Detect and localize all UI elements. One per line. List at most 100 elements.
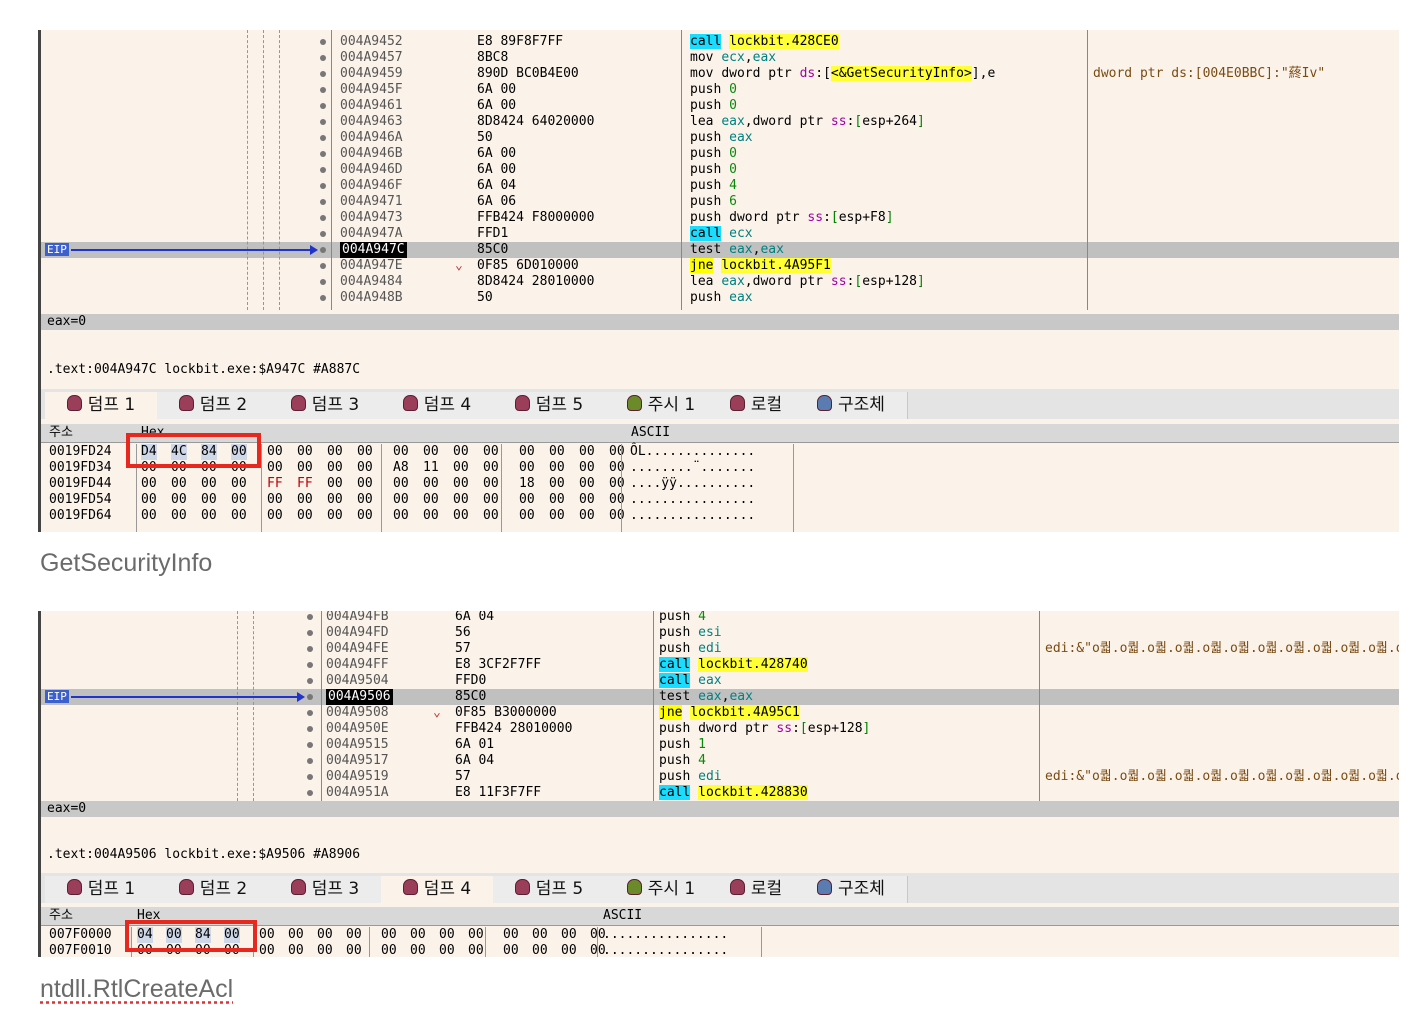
dump-byte[interactable]: FF [297, 476, 313, 492]
dump-byte[interactable]: 00 [423, 492, 439, 508]
disasm-row[interactable]: 004A946B 6A 00 push 0 [41, 146, 1399, 162]
disasm-row[interactable]: 004A945F 6A 00 push 0 [41, 82, 1399, 98]
disasm-row[interactable]: 004A9471 6A 06 push 6 [41, 194, 1399, 210]
dump-byte[interactable]: 00 [468, 927, 484, 943]
breakpoint-dot[interactable] [320, 247, 326, 253]
dump-byte[interactable]: 00 [171, 492, 187, 508]
dump-byte[interactable]: 00 [141, 476, 157, 492]
dump-byte[interactable]: 00 [483, 444, 499, 460]
disasm-row[interactable]: 004A9517 6A 04 push 4 [41, 753, 1399, 769]
breakpoint-dot[interactable] [307, 726, 313, 732]
dump-byte[interactable]: 00 [549, 476, 565, 492]
dump-byte[interactable]: 00 [171, 476, 187, 492]
dump-byte[interactable]: 00 [453, 444, 469, 460]
disasm-row[interactable]: 004A950E FFB424 28010000 push dword ptr ss… [41, 721, 1399, 737]
disasm-row[interactable]: 004A9461 6A 00 push 0 [41, 98, 1399, 114]
breakpoint-dot[interactable] [320, 135, 326, 141]
dump-byte[interactable]: 00 [267, 460, 283, 476]
dump-byte[interactable]: 00 [609, 460, 625, 476]
dump-byte[interactable]: 00 [483, 508, 499, 524]
dump-byte[interactable]: 00 [423, 444, 439, 460]
dump-byte[interactable]: 00 [267, 508, 283, 524]
dump-byte[interactable]: 00 [288, 927, 304, 943]
breakpoint-dot[interactable] [307, 630, 313, 636]
dump-byte[interactable]: 00 [317, 943, 333, 957]
breakpoint-dot[interactable] [307, 646, 313, 652]
dump-byte[interactable]: 00 [297, 460, 313, 476]
breakpoint-dot[interactable] [320, 151, 326, 157]
tab-8[interactable]: 구조체 [795, 876, 908, 903]
dump-byte[interactable]: 00 [141, 492, 157, 508]
dump-byte[interactable]: 00 [549, 508, 565, 524]
disasm-row[interactable]: 004A946D 6A 00 push 0 [41, 162, 1399, 178]
dump-byte[interactable]: 00 [357, 444, 373, 460]
disasm-row[interactable]: 004A9473 FFB424 F8000000 push dword ptr ss… [41, 210, 1399, 226]
dump-byte[interactable]: 00 [483, 492, 499, 508]
disasm-row[interactable]: 004A9457 8BC8 mov ecx,eax [41, 50, 1399, 66]
dump-byte[interactable]: 00 [609, 492, 625, 508]
dump-byte[interactable]: 00 [483, 460, 499, 476]
breakpoint-dot[interactable] [320, 55, 326, 61]
disassembly-view[interactable]: 004A9452 E8 89F8F7FF call lockbit.428CE0 00… [41, 30, 1399, 310]
dump-byte[interactable]: 00 [327, 476, 343, 492]
dump-byte[interactable]: 00 [609, 508, 625, 524]
tab-8[interactable]: 구조체 [795, 392, 908, 419]
dump-byte[interactable]: 00 [381, 943, 397, 957]
dump-byte[interactable]: 18 [519, 476, 535, 492]
dump-byte[interactable]: 00 [393, 476, 409, 492]
dump-byte[interactable]: 00 [519, 492, 535, 508]
dump-byte[interactable]: 11 [423, 460, 439, 476]
breakpoint-dot[interactable] [307, 678, 313, 684]
dump-byte[interactable]: 00 [327, 460, 343, 476]
disasm-row[interactable]: 004A94FD 56 push esi [41, 625, 1399, 641]
dump-byte[interactable]: 00 [503, 943, 519, 957]
breakpoint-dot[interactable] [320, 71, 326, 77]
dump-byte[interactable]: 00 [327, 492, 343, 508]
dump-byte[interactable]: 00 [297, 508, 313, 524]
breakpoint-dot[interactable] [320, 231, 326, 237]
breakpoint-dot[interactable] [307, 710, 313, 716]
dump-byte[interactable]: 00 [579, 508, 595, 524]
tab-5[interactable]: 덤프 5 [493, 392, 606, 419]
tab-7[interactable]: 로컬 [717, 876, 796, 903]
dump-byte[interactable]: 00 [393, 492, 409, 508]
dump-byte[interactable]: 00 [453, 492, 469, 508]
disasm-row[interactable]: 004A947E ⌄ 0F85 6D010000 jne lockbit.4A95F1 [41, 258, 1399, 274]
disasm-row[interactable]: 004A951A E8 11F3F7FF call lockbit.428830 [41, 785, 1399, 801]
dump-byte[interactable]: 00 [410, 927, 426, 943]
disasm-row[interactable]: 004A9484 8D8424 28010000 lea eax,dword ptr… [41, 274, 1399, 290]
dump-byte[interactable]: 00 [561, 927, 577, 943]
breakpoint-dot[interactable] [320, 39, 326, 45]
dump-byte[interactable]: 00 [579, 492, 595, 508]
dump-byte[interactable]: 00 [357, 460, 373, 476]
dump-byte[interactable]: 00 [346, 927, 362, 943]
dump-byte[interactable]: 00 [519, 460, 535, 476]
breakpoint-dot[interactable] [307, 774, 313, 780]
breakpoint-dot[interactable] [307, 758, 313, 764]
breakpoint-dot[interactable] [320, 295, 326, 301]
dump-byte[interactable]: 00 [201, 492, 217, 508]
dump-byte[interactable]: 00 [579, 476, 595, 492]
dump-byte[interactable]: 00 [579, 460, 595, 476]
dump-byte[interactable]: 00 [357, 508, 373, 524]
disasm-row[interactable]: 004A9459 890D BC0B4E00 mov dword ptr ds:[<… [41, 66, 1399, 82]
disasm-row[interactable]: 004A94FB 6A 04 push 4 [41, 611, 1399, 625]
dump-byte[interactable]: 00 [327, 508, 343, 524]
dump-byte[interactable]: 00 [267, 444, 283, 460]
tab-5[interactable]: 덤프 5 [493, 876, 606, 903]
breakpoint-dot[interactable] [307, 790, 313, 796]
disasm-row[interactable]: 004A946F 6A 04 push 4 [41, 178, 1399, 194]
dump-byte[interactable]: 00 [297, 492, 313, 508]
tab-4[interactable]: 덤프 4 [381, 392, 494, 419]
dump-byte[interactable]: 00 [231, 476, 247, 492]
dump-byte[interactable]: 00 [483, 476, 499, 492]
dump-byte[interactable]: 00 [346, 943, 362, 957]
disasm-row[interactable]: 004A9508 ⌄ 0F85 B3000000 jne lockbit.4A95C1 [41, 705, 1399, 721]
dump-byte[interactable]: 00 [267, 492, 283, 508]
disasm-row[interactable]: 004A9452 E8 89F8F7FF call lockbit.428CE0 [41, 34, 1399, 50]
tab-2[interactable]: 덤프 2 [157, 392, 270, 419]
dump-byte[interactable]: 00 [609, 444, 625, 460]
breakpoint-dot[interactable] [307, 694, 313, 700]
tab-3[interactable]: 덤프 3 [269, 876, 382, 903]
breakpoint-dot[interactable] [320, 279, 326, 285]
